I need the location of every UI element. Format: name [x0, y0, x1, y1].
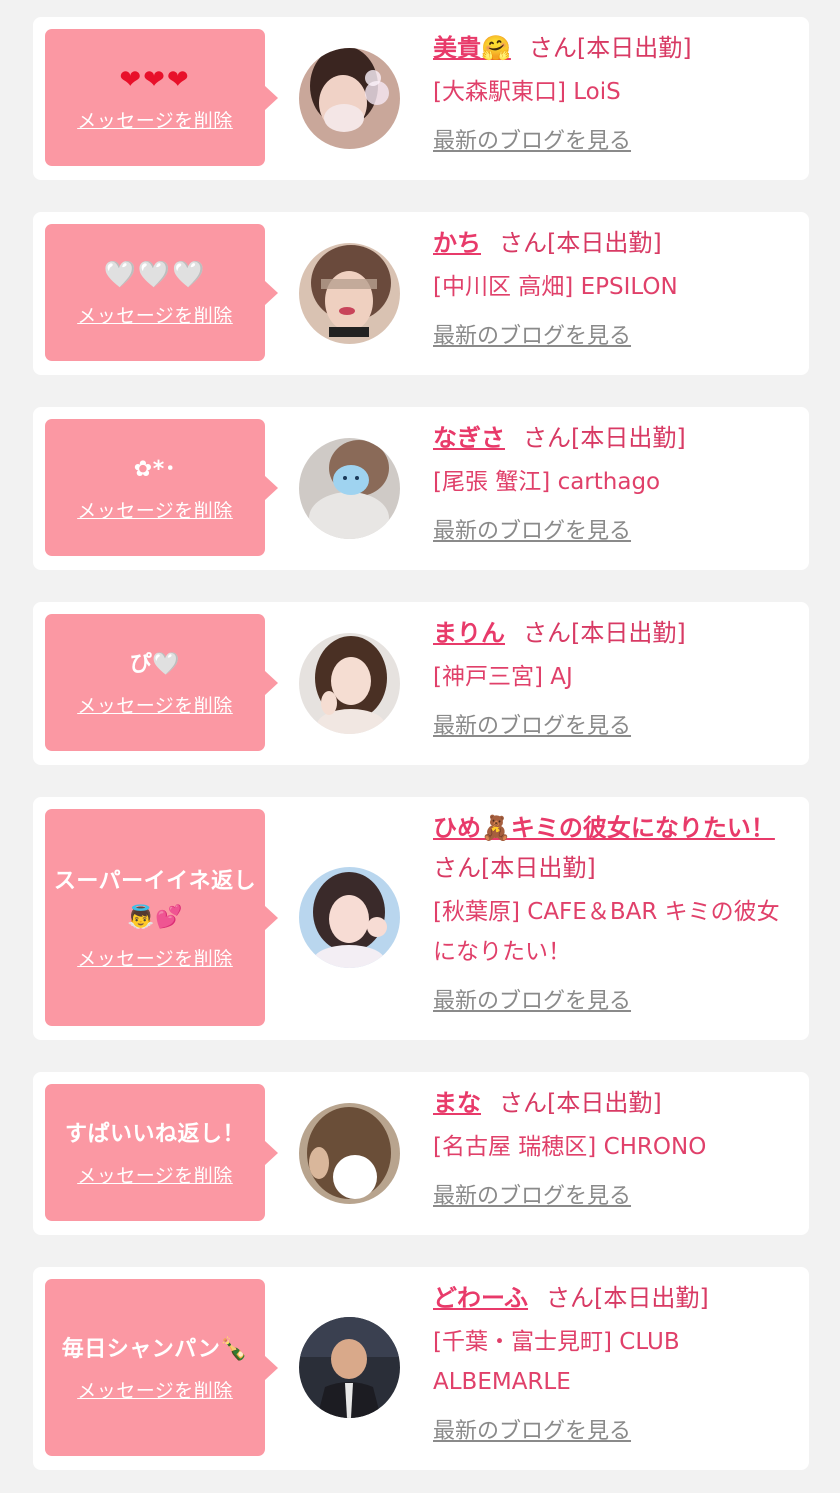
delete-message-link[interactable]: メッセージを削除	[77, 301, 233, 328]
avatar[interactable]	[299, 48, 400, 149]
message-bubble: 🤍🤍🤍 メッセージを削除	[45, 224, 278, 361]
name-line: なぎさ さん[本日出勤]	[433, 418, 795, 458]
blog-link[interactable]: 最新のブログを見る	[433, 1179, 631, 1215]
message-text: 毎日シャンパン🍾	[61, 1337, 249, 1362]
girl-card: ❤❤❤ メッセージを削除 美貴🤗 さん[本日出勤] [大森駅東口] LoiS 最新…	[33, 17, 809, 180]
girl-info: まな さん[本日出勤] [名古屋 瑞穂区] CHRONO 最新のブログを見る	[433, 1083, 795, 1215]
shop-info: [中川区 高畑] EPSILON	[433, 274, 678, 300]
blog-link[interactable]: 最新のブログを見る	[433, 709, 631, 745]
name-line: どわーふ さん[本日出勤]	[433, 1278, 795, 1318]
avatar[interactable]	[299, 867, 400, 968]
girl-name-link[interactable]: ひめ🧸キミの彼女になりたい！	[433, 814, 775, 842]
message-text: ❤❤❤	[119, 65, 191, 95]
avatar[interactable]	[299, 438, 400, 539]
blog-link[interactable]: 最新のブログを見る	[433, 514, 631, 550]
attendance-status: さん[本日出勤]	[523, 619, 686, 647]
girl-name-link[interactable]: なぎさ	[433, 424, 505, 452]
attendance-status: さん[本日出勤]	[528, 34, 692, 62]
girl-card: 毎日シャンパン🍾 メッセージを削除 どわーふ さん[本日出勤] [千葉・富士見町]…	[33, 1267, 809, 1470]
delete-message-link[interactable]: メッセージを削除	[77, 691, 233, 718]
message-bubble: スーパーイイネ返し👼💕 メッセージを削除	[45, 809, 278, 1026]
attendance-status: さん[本日出勤]	[433, 854, 596, 882]
avatar[interactable]	[299, 633, 400, 734]
girl-info: ひめ🧸キミの彼女になりたい！ さん[本日出勤] [秋葉原] CAFE＆BAR キミ…	[433, 808, 795, 1020]
avatar[interactable]	[299, 1103, 400, 1204]
blog-link[interactable]: 最新のブログを見る	[433, 124, 631, 160]
avatar-photo	[299, 867, 400, 968]
girl-card: ✿*･ メッセージを削除 なぎさ さん[本日出勤] [尾張 蟹江] carthag…	[33, 407, 809, 570]
message-text: ✿*･	[133, 457, 177, 482]
delete-message-link[interactable]: メッセージを削除	[77, 106, 233, 133]
blog-link[interactable]: 最新のブログを見る	[433, 319, 631, 355]
girl-card: 🤍🤍🤍 メッセージを削除 かち さん[本日出勤] [中川区 高畑] EPSILON…	[33, 212, 809, 375]
message-text: すぱいいね返し！	[64, 1122, 245, 1147]
attendance-status: さん[本日出勤]	[523, 424, 686, 452]
girl-name-link[interactable]: 美貴🤗	[433, 34, 511, 62]
name-line: 美貴🤗 さん[本日出勤]	[433, 28, 795, 68]
avatar-photo	[299, 1317, 400, 1418]
attendance-status: さん[本日出勤]	[546, 1284, 709, 1312]
avatar-photo	[299, 1103, 400, 1204]
message-text: ぴ🤍	[129, 652, 181, 677]
avatar-photo	[299, 633, 400, 734]
shop-info: [神戸三宮] AJ	[433, 664, 573, 690]
message-text: スーパーイイネ返し👼💕	[53, 869, 257, 930]
girl-card: スーパーイイネ返し👼💕 メッセージを削除 ひめ🧸キミの彼女になりたい！ さん[本日…	[33, 797, 809, 1040]
girl-name-link[interactable]: まりん	[433, 619, 505, 647]
blog-link[interactable]: 最新のブログを見る	[433, 1414, 631, 1450]
girl-name-link[interactable]: どわーふ	[433, 1284, 528, 1312]
girl-info: 美貴🤗 さん[本日出勤] [大森駅東口] LoiS 最新のブログを見る	[433, 28, 795, 160]
delete-message-link[interactable]: メッセージを削除	[77, 1376, 233, 1403]
name-line: まな さん[本日出勤]	[433, 1083, 795, 1123]
shop-info: [秋葉原] CAFE＆BAR キミの彼女になりたい！	[433, 899, 780, 965]
girl-info: どわーふ さん[本日出勤] [千葉・富士見町] CLUB ALBEMARLE 最新…	[433, 1278, 795, 1450]
avatar[interactable]	[299, 1317, 400, 1418]
avatar-photo	[299, 438, 400, 539]
girl-info: かち さん[本日出勤] [中川区 高畑] EPSILON 最新のブログを見る	[433, 223, 795, 355]
girl-name-link[interactable]: まな	[433, 1089, 481, 1117]
avatar-photo	[299, 48, 400, 149]
name-line: まりん さん[本日出勤]	[433, 613, 795, 653]
delete-message-link[interactable]: メッセージを削除	[77, 496, 233, 523]
message-bubble: 毎日シャンパン🍾 メッセージを削除	[45, 1279, 278, 1456]
delete-message-link[interactable]: メッセージを削除	[77, 944, 233, 971]
message-bubble: ✿*･ メッセージを削除	[45, 419, 278, 556]
message-bubble: すぱいいね返し！ メッセージを削除	[45, 1084, 278, 1221]
delete-message-link[interactable]: メッセージを削除	[77, 1161, 233, 1188]
girl-info: なぎさ さん[本日出勤] [尾張 蟹江] carthago 最新のブログを見る	[433, 418, 795, 550]
attendance-status: さん[本日出勤]	[499, 229, 662, 257]
name-line: かち さん[本日出勤]	[433, 223, 795, 263]
message-bubble: ぴ🤍 メッセージを削除	[45, 614, 278, 751]
shop-info: [尾張 蟹江] carthago	[433, 469, 661, 495]
message-text: 🤍🤍🤍	[103, 260, 207, 290]
girl-card: ぴ🤍 メッセージを削除 まりん さん[本日出勤] [神戸三宮] AJ 最新のブログ…	[33, 602, 809, 765]
message-bubble: ❤❤❤ メッセージを削除	[45, 29, 278, 166]
shop-info: [名古屋 瑞穂区] CHRONO	[433, 1134, 707, 1160]
girl-name-link[interactable]: かち	[433, 229, 481, 257]
girl-card: すぱいいね返し！ メッセージを削除 まな さん[本日出勤] [名古屋 瑞穂区] C…	[33, 1072, 809, 1235]
attendance-status: さん[本日出勤]	[499, 1089, 662, 1117]
message-list: ❤❤❤ メッセージを削除 美貴🤗 さん[本日出勤] [大森駅東口] LoiS 最新…	[0, 0, 840, 1493]
name-line: ひめ🧸キミの彼女になりたい！ さん[本日出勤]	[433, 808, 795, 888]
blog-link[interactable]: 最新のブログを見る	[433, 984, 631, 1020]
shop-info: [千葉・富士見町] CLUB ALBEMARLE	[433, 1329, 680, 1395]
girl-info: まりん さん[本日出勤] [神戸三宮] AJ 最新のブログを見る	[433, 613, 795, 745]
avatar[interactable]	[299, 243, 400, 344]
avatar-photo	[299, 243, 400, 344]
shop-info: [大森駅東口] LoiS	[433, 79, 621, 105]
